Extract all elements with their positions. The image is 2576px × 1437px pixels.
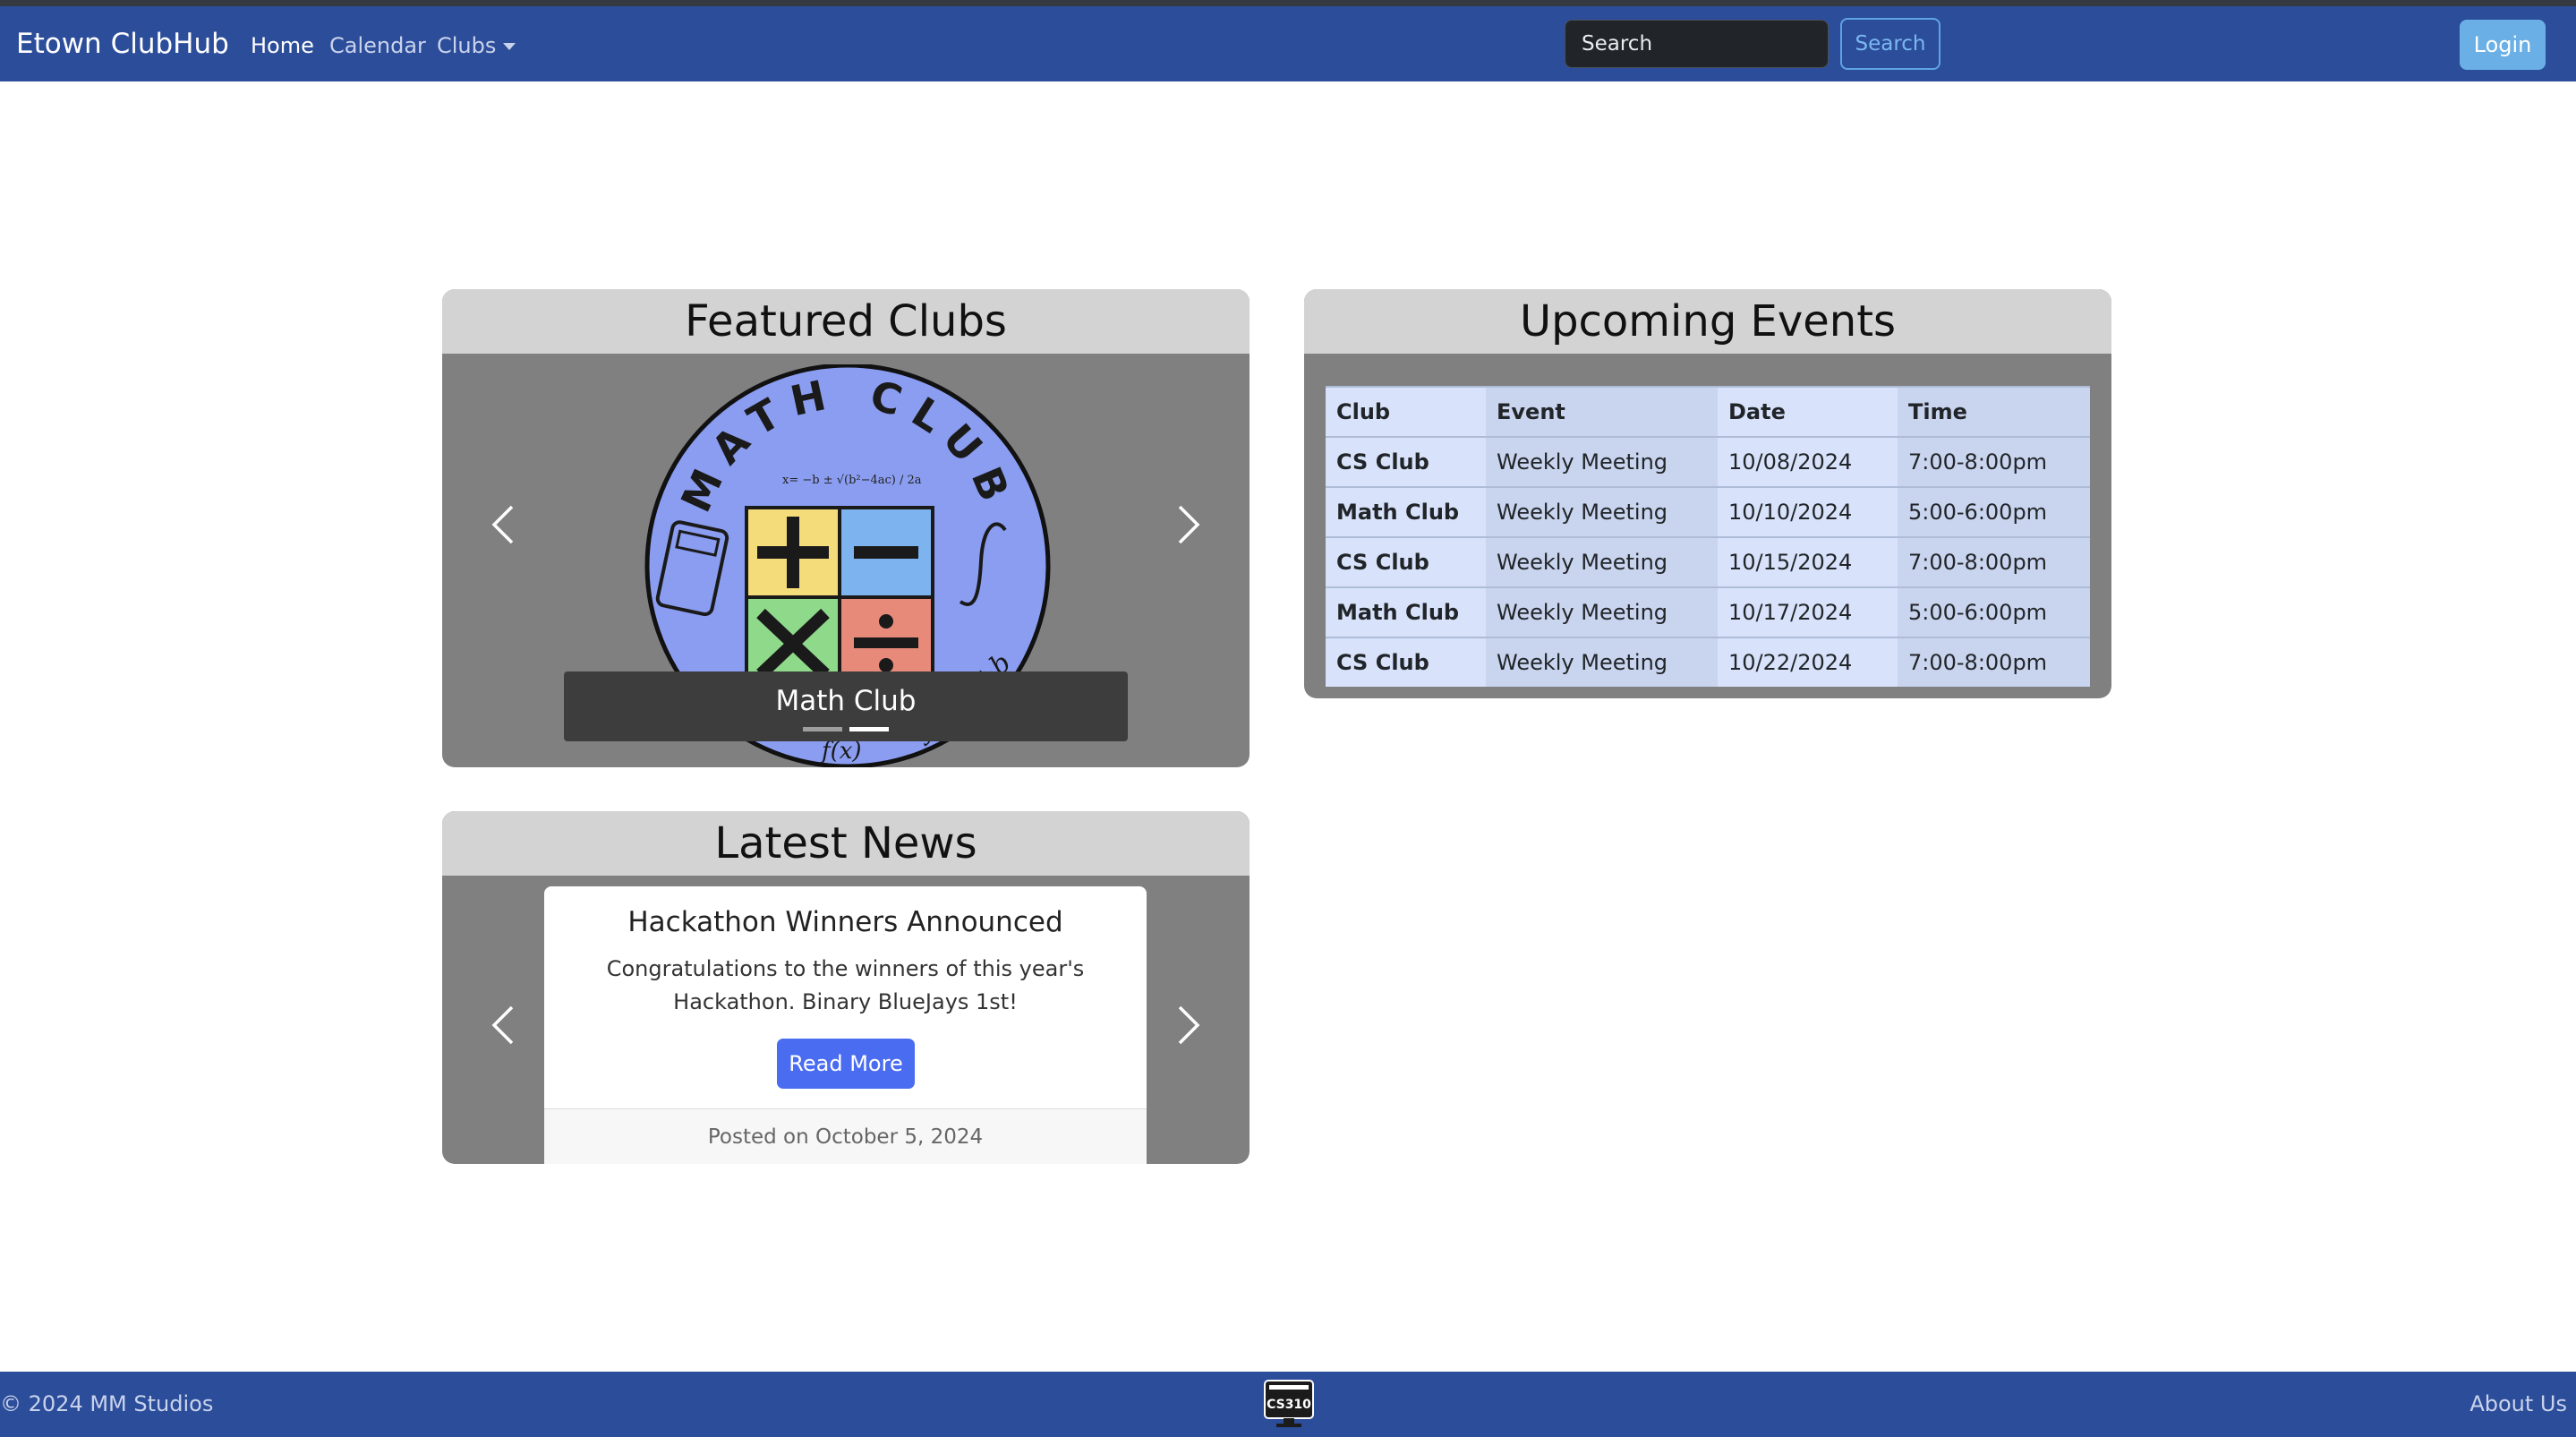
table-row: Math Club Weekly Meeting 10/10/2024 5:00… (1326, 486, 2090, 537)
news-card-body: Congratulations to the winners of this y… (606, 956, 1085, 1014)
cell-event: Weekly Meeting (1486, 536, 1718, 587)
cell-club: Math Club (1326, 486, 1486, 537)
events-table: Club Event Date Time CS Club Weekly Meet… (1326, 386, 2090, 687)
nav-clubs-label: Clubs (437, 33, 497, 58)
column-header-date: Date (1718, 386, 1898, 437)
cell-date: 10/22/2024 (1718, 637, 1898, 687)
search-input[interactable] (1565, 20, 1829, 68)
cell-club: CS Club (1326, 536, 1486, 587)
featured-clubs-panel: Featured Clubs MATH CLUB x= −b ± √(b²−4a… (442, 289, 1250, 767)
nav-home[interactable]: Home (251, 33, 314, 58)
chevron-left-icon (491, 1005, 514, 1045)
nav-clubs-dropdown[interactable]: Clubs (437, 33, 516, 58)
cell-event: Weekly Meeting (1486, 637, 1718, 687)
featured-clubs-title: Featured Clubs (442, 289, 1250, 354)
upcoming-events-panel: Upcoming Events Club Event Date Time CS … (1304, 289, 2111, 698)
table-header-row: Club Event Date Time (1326, 386, 2090, 437)
slide-caption: Math Club (775, 685, 917, 717)
carousel-prev-button[interactable] (489, 504, 517, 545)
cell-event: Weekly Meeting (1486, 436, 1718, 487)
cell-club: CS Club (1326, 436, 1486, 487)
navbar: Etown ClubHub Home Calendar Clubs Search… (0, 6, 2576, 81)
search-button[interactable]: Search (1840, 18, 1941, 70)
login-button[interactable]: Login (2460, 20, 2546, 70)
news-next-button[interactable] (1174, 1005, 1203, 1046)
column-header-event: Event (1486, 386, 1718, 437)
chevron-right-icon (1178, 1005, 1200, 1045)
latest-news-panel: Latest News Hackathon Winners Announced … (442, 811, 1250, 1164)
table-row: CS Club Weekly Meeting 10/22/2024 7:00-8… (1326, 637, 2090, 687)
svg-text:f(x): f(x) (820, 738, 862, 765)
cs310-logo-icon: CS310 (1264, 1380, 1314, 1427)
svg-text:CS310: CS310 (1267, 1398, 1311, 1412)
chevron-down-icon (503, 43, 516, 50)
news-prev-button[interactable] (489, 1005, 517, 1046)
cell-date: 10/10/2024 (1718, 486, 1898, 537)
footer: © 2024 MM Studios CS310 About Us (0, 1372, 2576, 1437)
carousel-next-button[interactable] (1174, 504, 1203, 545)
news-card-title: Hackathon Winners Announced (627, 906, 1063, 938)
cell-time: 5:00-6:00pm (1898, 586, 2090, 637)
cell-date: 10/17/2024 (1718, 586, 1898, 637)
cell-time: 7:00-8:00pm (1898, 536, 2090, 587)
brand-logo[interactable]: Etown ClubHub (16, 28, 229, 60)
cell-event: Weekly Meeting (1486, 586, 1718, 637)
cell-club: CS Club (1326, 637, 1486, 687)
cell-time: 7:00-8:00pm (1898, 637, 2090, 687)
cell-date: 10/08/2024 (1718, 436, 1898, 487)
cell-date: 10/15/2024 (1718, 536, 1898, 587)
cell-time: 7:00-8:00pm (1898, 436, 2090, 487)
svg-text:x= −b ± √(b²−4ac) / 2a: x= −b ± √(b²−4ac) / 2a (782, 474, 922, 487)
cell-club: Math Club (1326, 586, 1486, 637)
news-posted-date: Posted on October 5, 2024 (544, 1108, 1147, 1164)
upcoming-events-title: Upcoming Events (1304, 289, 2111, 354)
column-header-time: Time (1898, 386, 2090, 437)
chevron-left-icon (491, 505, 514, 544)
copyright-text: © 2024 MM Studios (0, 1391, 214, 1416)
read-more-button[interactable]: Read More (777, 1039, 915, 1089)
chevron-right-icon (1178, 505, 1200, 544)
cell-time: 5:00-6:00pm (1898, 486, 2090, 537)
about-us-link[interactable]: About Us (2469, 1391, 2567, 1416)
latest-news-title: Latest News (442, 811, 1250, 876)
top-strip (0, 0, 2576, 6)
carousel-indicator-2[interactable] (849, 727, 889, 731)
nav-calendar[interactable]: Calendar (329, 33, 426, 58)
table-row: CS Club Weekly Meeting 10/15/2024 7:00-8… (1326, 536, 2090, 587)
table-row: Math Club Weekly Meeting 10/17/2024 5:00… (1326, 586, 2090, 637)
carousel-indicator-1[interactable] (803, 727, 842, 731)
column-header-club: Club (1326, 386, 1486, 437)
table-row: CS Club Weekly Meeting 10/08/2024 7:00-8… (1326, 436, 2090, 487)
news-card: Hackathon Winners Announced Congratulati… (544, 886, 1147, 1164)
cell-event: Weekly Meeting (1486, 486, 1718, 537)
